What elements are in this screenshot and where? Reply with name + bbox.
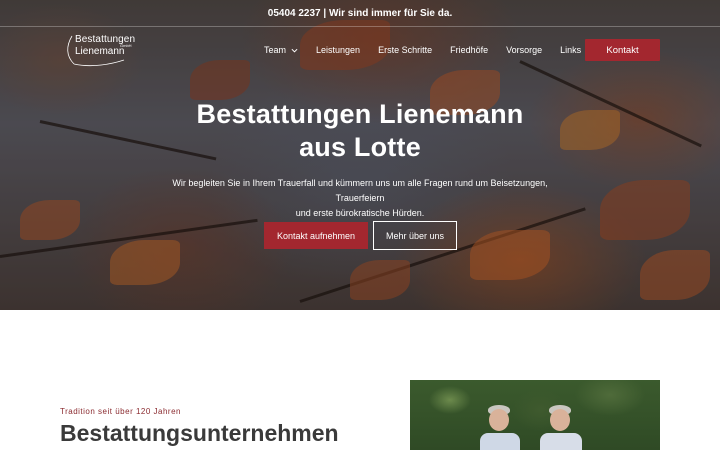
nav-item-label: Vorsorge xyxy=(506,45,543,55)
hero-subtitle-line1: Wir begleiten Sie in Ihrem Trauerfall un… xyxy=(172,178,548,203)
nav-item-erste-schritte[interactable]: Erste Schritte xyxy=(378,45,432,55)
contact-button[interactable]: Kontakt xyxy=(585,39,660,61)
hero-section: 05404 2237 | Wir sind immer für Sie da. … xyxy=(0,0,720,310)
nav-item-label: Friedhöfe xyxy=(450,45,489,55)
logo[interactable]: Bestattungen Lienemann GmbH xyxy=(62,32,142,68)
team-photo xyxy=(410,380,660,450)
top-info-bar: 05404 2237 | Wir sind immer für Sie da. xyxy=(0,0,720,27)
section-tagline: Tradition seit über 120 Jahren xyxy=(60,407,181,416)
nav-item-team[interactable]: Team xyxy=(264,45,298,55)
nav-item-links[interactable]: Links xyxy=(560,45,581,55)
nav-item-leistungen[interactable]: Leistungen xyxy=(316,45,360,55)
about-us-button[interactable]: Mehr über uns xyxy=(373,221,457,250)
person-right xyxy=(540,405,582,450)
person-left xyxy=(480,405,520,450)
section-title: Bestattungsunternehmen xyxy=(60,420,339,446)
contact-cta-button[interactable]: Kontakt aufnehmen xyxy=(264,222,368,249)
phone-info-text[interactable]: 05404 2237 | Wir sind immer für Sie da. xyxy=(268,8,452,19)
nav-item-label: Team xyxy=(264,45,287,55)
hero-title-line1: Bestattungen Lienemann xyxy=(196,99,524,129)
nav-item-vorsorge[interactable]: Vorsorge xyxy=(506,45,542,55)
nav-item-label: Leistungen xyxy=(316,45,361,55)
chevron-down-icon xyxy=(291,48,298,53)
hero-subtitle: Wir begleiten Sie in Ihrem Trauerfall un… xyxy=(150,176,570,221)
hero-subtitle-line2: und erste bürokratische Hürden. xyxy=(295,208,425,218)
logo-text-line2: Lienemann xyxy=(75,46,125,57)
main-navigation: Team Leistungen Erste Schritte Friedhöfe… xyxy=(264,40,599,60)
nav-item-label: Links xyxy=(560,45,582,55)
nav-item-label: Erste Schritte xyxy=(378,45,433,55)
logo-suffix: GmbH xyxy=(120,43,132,48)
nav-item-friedhoefe[interactable]: Friedhöfe xyxy=(450,45,488,55)
hero-title-line2: aus Lotte xyxy=(299,132,421,162)
hero-title: Bestattungen Lienemann aus Lotte xyxy=(120,98,600,164)
